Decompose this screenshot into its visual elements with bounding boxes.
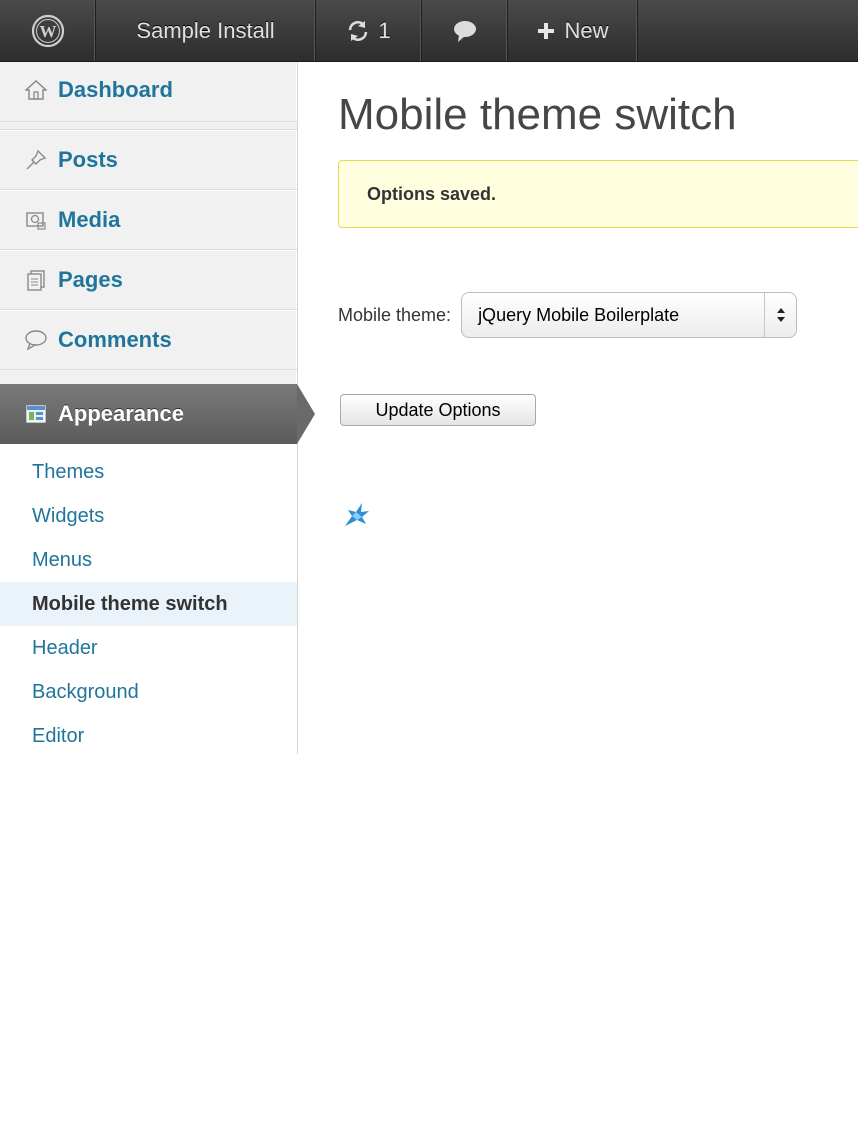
menu-item-pages[interactable]: Pages — [0, 250, 297, 310]
comments-link[interactable] — [422, 0, 508, 61]
submenu-item-mobile-theme-switch[interactable]: Mobile theme switch — [0, 582, 297, 626]
notice-text: Options saved. — [367, 183, 497, 204]
updates-link[interactable]: 1 — [316, 0, 422, 61]
menu-label-media: Media — [58, 207, 121, 232]
update-options-button[interactable]: Update Options — [340, 394, 536, 426]
admin-bar: W Sample Install 1 New — [0, 0, 858, 62]
submenu-item-widgets[interactable]: Widgets — [0, 494, 297, 538]
speech-bubble-icon — [453, 20, 476, 42]
pushpin-icon — [24, 148, 48, 172]
menu-item-posts[interactable]: Posts — [0, 130, 297, 190]
menu-label-comments: Comments — [58, 327, 172, 352]
new-content-button[interactable]: New — [508, 0, 638, 61]
options-saved-notice: Options saved. — [338, 160, 858, 228]
mobile-theme-row: Mobile theme: jQuery Mobile Boilerplate — [338, 292, 798, 338]
page-title: Mobile theme switch — [338, 90, 737, 139]
menu-label-appearance: Appearance — [58, 401, 184, 426]
comment-icon — [24, 328, 48, 352]
mobile-theme-label: Mobile theme: — [338, 304, 452, 325]
mobile-theme-selected-value: jQuery Mobile Boilerplate — [478, 304, 680, 325]
menu-item-appearance[interactable]: Appearance — [0, 384, 315, 444]
submenu-item-themes[interactable]: Themes — [0, 450, 297, 494]
mobile-theme-select[interactable]: jQuery Mobile Boilerplate — [461, 292, 798, 338]
appearance-submenu: Themes Widgets Menus Mobile theme switch… — [0, 444, 297, 1136]
menu-item-media[interactable]: Media — [0, 190, 297, 250]
bird-logo-icon — [345, 503, 369, 526]
appearance-icon — [24, 402, 48, 426]
menu-item-dashboard[interactable]: Dashboard — [0, 62, 297, 122]
submenu-item-editor[interactable]: Editor — [0, 714, 297, 758]
site-name: Sample Install — [136, 17, 275, 43]
refresh-icon — [349, 20, 368, 41]
pages-icon — [24, 268, 48, 292]
menu-separator — [0, 122, 297, 130]
menu-label-posts: Posts — [58, 147, 118, 172]
submenu-item-background[interactable]: Background — [0, 670, 297, 714]
site-name-link[interactable]: Sample Install — [96, 0, 316, 61]
menu-label-pages: Pages — [58, 267, 123, 292]
wordpress-logo-icon: W — [31, 14, 64, 47]
media-icon — [24, 208, 48, 232]
admin-sidebar: Dashboard Posts Media Pages Comments App… — [0, 62, 315, 1136]
submenu-item-header[interactable]: Header — [0, 626, 297, 670]
main-content: Mobile theme switch Options saved. Mobil… — [298, 62, 858, 754]
menu-item-comments[interactable]: Comments — [0, 310, 297, 370]
wordpress-logo-button[interactable]: W — [0, 0, 96, 61]
submenu-item-menus[interactable]: Menus — [0, 538, 297, 582]
select-arrows-icon — [764, 293, 796, 337]
updates-count: 1 — [378, 17, 391, 43]
svg-text:W: W — [39, 22, 56, 41]
menu-label-dashboard: Dashboard — [58, 76, 173, 102]
plus-icon — [538, 22, 555, 39]
home-icon — [24, 78, 48, 102]
new-label: New — [564, 17, 609, 43]
